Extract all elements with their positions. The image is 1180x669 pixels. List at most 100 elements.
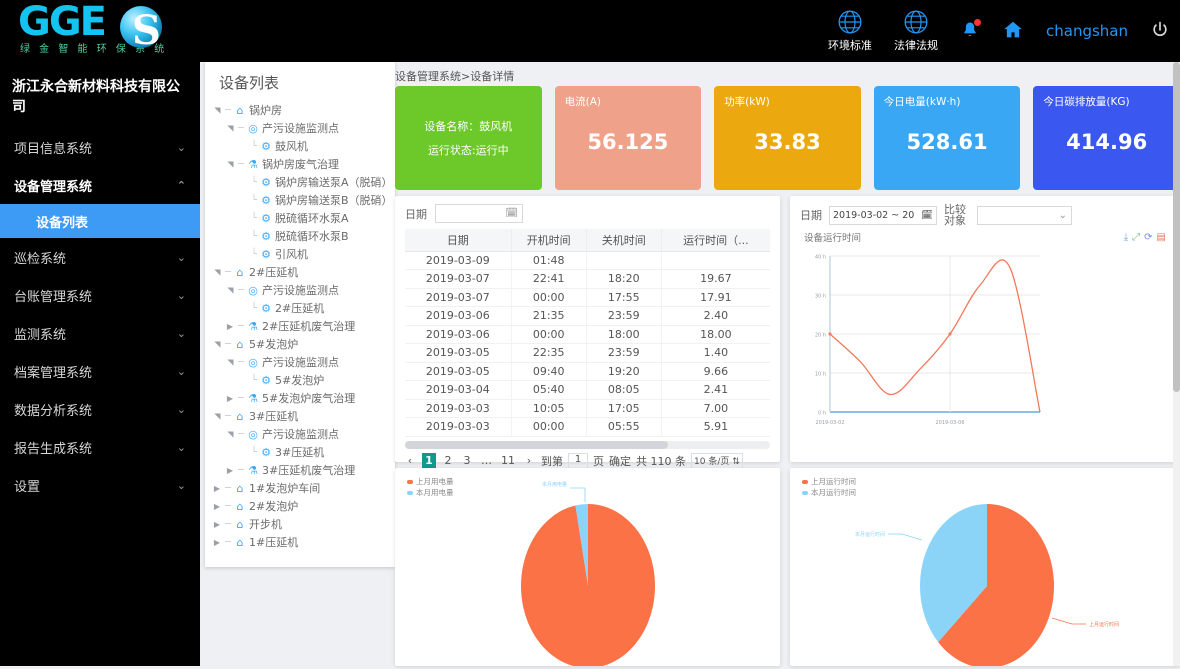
- nav-item-laws-regulations[interactable]: 法律法规: [894, 9, 938, 53]
- chart-switch-icon[interactable]: ⤢: [1132, 232, 1140, 243]
- legend-item[interactable]: 本月用电量: [407, 487, 454, 498]
- tree-node-5[interactable]: └⚙锅炉房输送泵B（脱硝）: [211, 191, 395, 209]
- legend-item[interactable]: 上月用电量: [407, 476, 454, 487]
- logout-button[interactable]: [1150, 20, 1170, 43]
- table-row[interactable]: 2019-03-0621:3523:592.40: [405, 307, 770, 326]
- caret-right-icon[interactable]: ▶: [211, 484, 223, 493]
- pagination-page-2[interactable]: 2: [441, 453, 455, 469]
- tree-node-6[interactable]: └⚙脱硫循环水泵A: [211, 209, 395, 227]
- caret-down-icon[interactable]: ◢: [226, 356, 235, 368]
- tree-node-2[interactable]: └⚙鼓风机: [211, 137, 395, 155]
- pagination-page-size-select[interactable]: 10 条/页 ⇅: [691, 453, 743, 469]
- table-row[interactable]: 2019-03-0901:48: [405, 251, 770, 270]
- pagination-page-3[interactable]: 3: [460, 453, 474, 469]
- table-row[interactable]: 2019-03-0722:4118:2019.67: [405, 270, 770, 289]
- table-row[interactable]: 2019-03-0522:3523:591.40: [405, 344, 770, 363]
- table-column-header[interactable]: 关机时间: [586, 229, 661, 251]
- tree-node-9[interactable]: ◢─⌂2#压延机: [211, 263, 395, 281]
- caret-down-icon[interactable]: ◢: [226, 122, 235, 134]
- download-icon[interactable]: ⤓: [1124, 232, 1128, 243]
- sidebar-item-8[interactable]: 设置⌄: [0, 466, 200, 504]
- caret-down-icon[interactable]: ◢: [226, 158, 235, 170]
- sidebar-item-3[interactable]: 台账管理系统⌄: [0, 276, 200, 314]
- tree-node-label: 锅炉房废气治理: [260, 156, 339, 172]
- sidebar-item-7[interactable]: 报告生成系统⌄: [0, 428, 200, 466]
- tree-node-22[interactable]: ▶─⌂2#发泡炉: [211, 497, 395, 515]
- line-date-range-input[interactable]: 2019-03-02 ~ 20 🗓: [829, 206, 937, 225]
- legend-item[interactable]: 本月运行时间: [802, 487, 856, 498]
- tree-node-4[interactable]: └⚙锅炉房输送泵A（脱硝）: [211, 173, 395, 191]
- tree-node-1[interactable]: ◢─◎产污设施监测点: [211, 119, 395, 137]
- caret-down-icon[interactable]: ◢: [213, 338, 222, 350]
- pagination-next-button[interactable]: ›: [522, 453, 536, 469]
- y-axis-tick-label: 0 h: [818, 411, 826, 417]
- tree-node-13[interactable]: ◢─⌂5#发泡炉: [211, 335, 395, 353]
- legend-item[interactable]: 上月运行时间: [802, 476, 856, 487]
- tree-node-24[interactable]: ▶─⌂1#压延机: [211, 533, 395, 551]
- page-scrollbar[interactable]: [1173, 62, 1180, 666]
- table-icon[interactable]: ▤: [1157, 232, 1166, 243]
- table-column-header[interactable]: 日期: [405, 229, 511, 251]
- nav-item-environment-standard[interactable]: 环境标准: [828, 9, 872, 53]
- tree-node-8[interactable]: └⚙引风机: [211, 245, 395, 263]
- table-row[interactable]: 2019-03-0600:0018:0018.00: [405, 325, 770, 344]
- sidebar-item-5[interactable]: 档案管理系统⌄: [0, 352, 200, 390]
- tree-node-14[interactable]: ◢─◎产污设施监测点: [211, 353, 395, 371]
- table-row[interactable]: 2019-03-0405:4008:052.41: [405, 381, 770, 400]
- tree-node-19[interactable]: └⚙3#压延机: [211, 443, 395, 461]
- sidebar-subitem-device-list[interactable]: 设备列表: [0, 204, 200, 238]
- notification-button[interactable]: [960, 20, 980, 43]
- tree-node-0[interactable]: ◢─⌂锅炉房: [211, 101, 395, 119]
- app-logo[interactable]: GGE S 绿 金 智 能 环 保 系 统: [10, 2, 200, 60]
- caret-down-icon[interactable]: ◢: [213, 104, 222, 116]
- table-row[interactable]: 2019-03-0700:0017:5517.91: [405, 288, 770, 307]
- caret-down-icon[interactable]: ◢: [226, 284, 235, 296]
- tree-node-17[interactable]: ◢─⌂3#压延机: [211, 407, 395, 425]
- sidebar-item-1[interactable]: 设备管理系统⌃: [0, 166, 200, 204]
- sidebar-item-4[interactable]: 监测系统⌄: [0, 314, 200, 352]
- compare-select[interactable]: ⌄: [977, 206, 1072, 225]
- tree-node-23[interactable]: ▶─⌂开步机: [211, 515, 395, 533]
- caret-right-icon[interactable]: ▶: [224, 322, 236, 331]
- caret-down-icon[interactable]: ◢: [213, 410, 222, 422]
- pagination-goto-input[interactable]: 1: [568, 453, 588, 469]
- refresh-icon[interactable]: ⟳: [1144, 232, 1152, 243]
- caret-right-icon[interactable]: ▶: [211, 502, 223, 511]
- tree-node-3[interactable]: ◢─⚗锅炉房废气治理: [211, 155, 395, 173]
- caret-down-icon[interactable]: ◢: [213, 266, 222, 278]
- pagination-page-…[interactable]: …: [479, 453, 494, 469]
- pump-icon: ⚙: [259, 212, 273, 225]
- table-column-header[interactable]: 运行时间（...: [661, 229, 770, 251]
- table-row[interactable]: 2019-03-0310:0517:057.00: [405, 399, 770, 418]
- sidebar-item-6[interactable]: 数据分析系统⌄: [0, 390, 200, 428]
- sidebar-item-2[interactable]: 巡检系统⌄: [0, 238, 200, 276]
- table-row[interactable]: 2019-03-0509:4019:209.66: [405, 362, 770, 381]
- pagination-confirm-button[interactable]: 确定: [609, 453, 631, 469]
- caret-right-icon[interactable]: ▶: [224, 466, 236, 475]
- tree-node-10[interactable]: ◢─◎产污设施监测点: [211, 281, 395, 299]
- tree-node-12[interactable]: ▶─⚗2#压延机废气治理: [211, 317, 395, 335]
- table-horizontal-scrollbar[interactable]: [405, 441, 770, 449]
- table-row[interactable]: 2019-03-0300:0005:555.91: [405, 418, 770, 437]
- tree-node-18[interactable]: ◢─◎产污设施监测点: [211, 425, 395, 443]
- user-name[interactable]: changshan: [1046, 22, 1128, 40]
- caret-right-icon[interactable]: ▶: [224, 394, 236, 403]
- caret-right-icon[interactable]: ▶: [211, 520, 223, 529]
- tree-node-20[interactable]: ▶─⚗3#压延机废气治理: [211, 461, 395, 479]
- tree-node-21[interactable]: ▶─⌂1#发泡炉车间: [211, 479, 395, 497]
- caret-right-icon[interactable]: ▶: [211, 538, 223, 547]
- sidebar-item-0[interactable]: 项目信息系统⌄: [0, 128, 200, 166]
- tree-node-7[interactable]: └⚙脱硫循环水泵B: [211, 227, 395, 245]
- pagination-prev-button[interactable]: ‹: [403, 453, 417, 469]
- tree-node-11[interactable]: └⚙2#压延机: [211, 299, 395, 317]
- globe-icon: [837, 9, 863, 35]
- table-date-input[interactable]: 🗓: [435, 204, 523, 223]
- home-button[interactable]: [1002, 19, 1024, 44]
- pagination-page-11[interactable]: 11: [499, 453, 517, 469]
- pagination-page-1[interactable]: 1: [422, 453, 436, 469]
- tree-node-15[interactable]: └⚙5#发泡炉: [211, 371, 395, 389]
- table-column-header[interactable]: 开机时间: [511, 229, 586, 251]
- tree-node-16[interactable]: ▶─⚗5#发泡炉废气治理: [211, 389, 395, 407]
- table-cell: 01:48: [511, 251, 586, 270]
- caret-down-icon[interactable]: ◢: [226, 428, 235, 440]
